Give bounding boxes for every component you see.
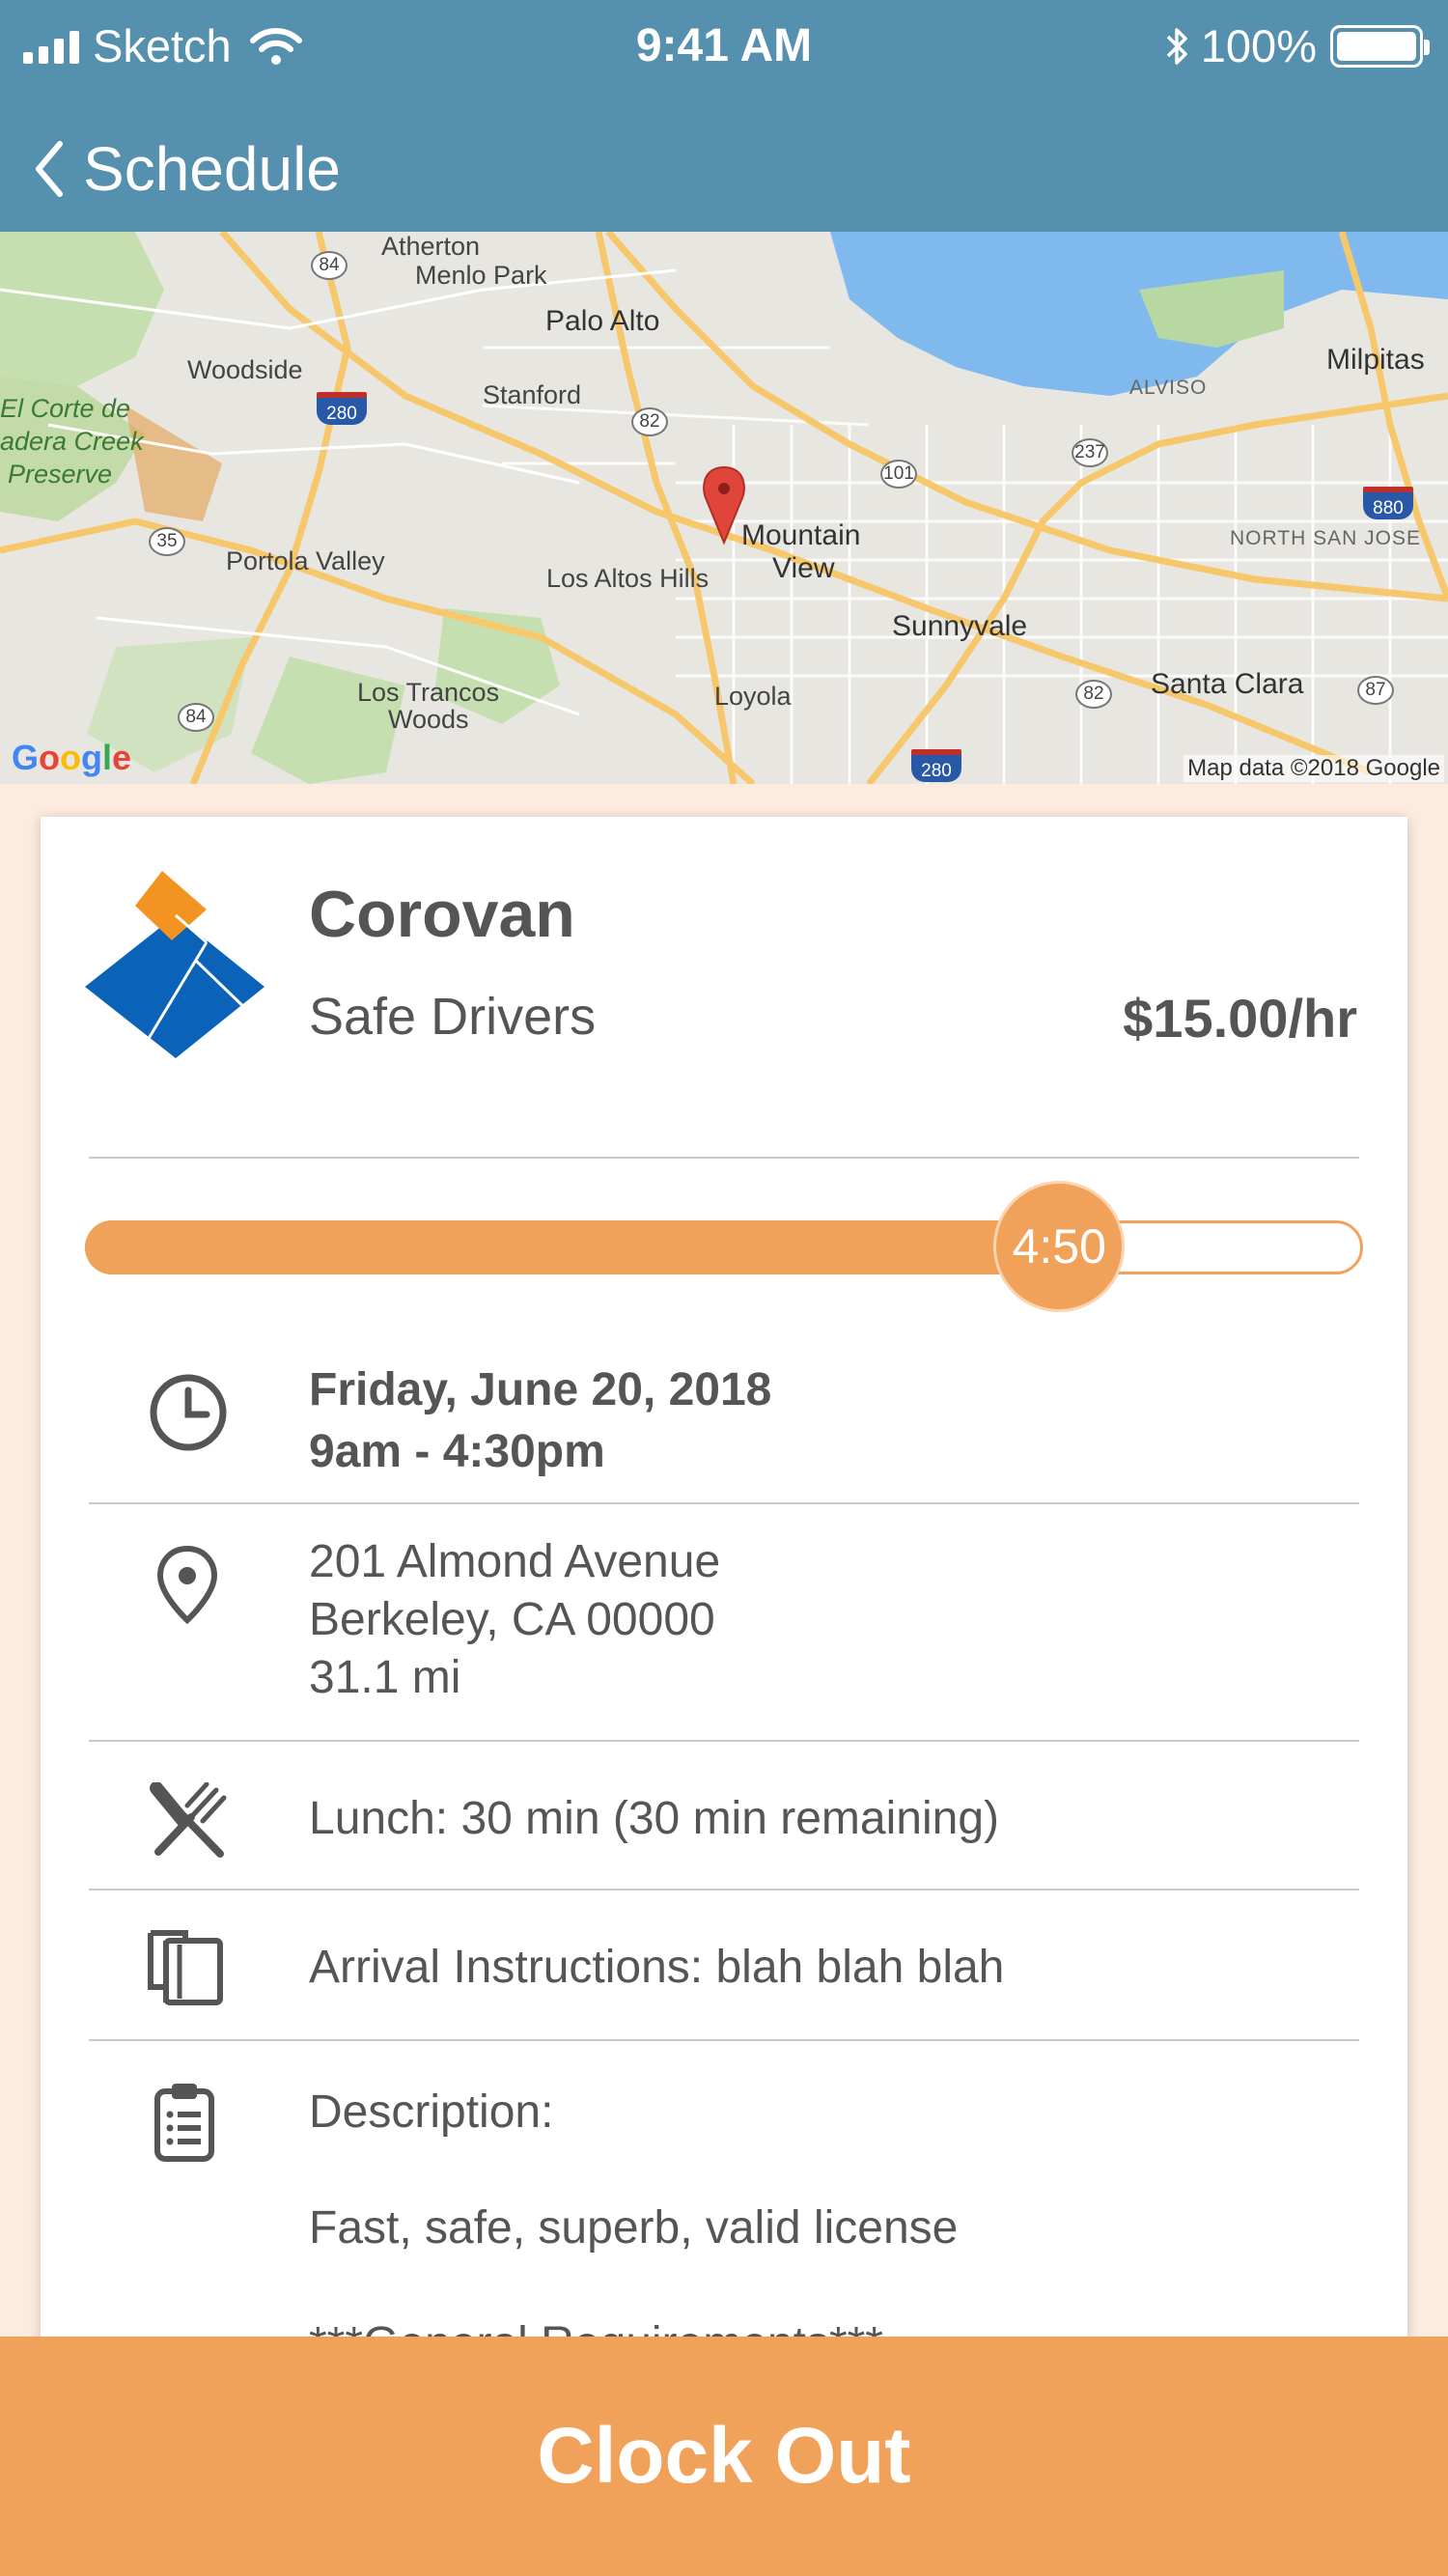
divider (89, 1740, 1359, 1742)
map-label: Portola Valley (226, 546, 385, 575)
arrival-instructions: Arrival Instructions: blah blah blah (309, 1942, 1005, 1993)
chevron-left-icon (36, 141, 63, 197)
map-label: El Corte de (0, 394, 131, 423)
map-label: Los Trancos (357, 678, 500, 707)
divider (89, 1157, 1359, 1159)
door-icon (148, 1930, 223, 2005)
route-shield: 35 (149, 527, 185, 556)
job-card: Corovan Safe Drivers $15.00/hr 4:50 Frid… (41, 817, 1407, 2576)
route-shield: 82 (631, 407, 668, 436)
description-text: Fast, safe, superb, valid license (309, 2202, 959, 2254)
company-name: Corovan (309, 878, 575, 951)
lunch-info: Lunch: 30 min (30 min remaining) (309, 1793, 1000, 1844)
clock-out-button[interactable]: Clock Out (0, 2337, 1448, 2576)
interstate-shield: 280 (911, 749, 961, 782)
map-label: Preserve (8, 460, 113, 489)
back-button[interactable]: Schedule (0, 133, 341, 205)
shift-progress-bar: 4:50 (85, 1181, 1363, 1312)
route-shield: 84 (311, 251, 348, 280)
clipboard-icon (154, 2084, 214, 2162)
battery-icon (1330, 24, 1430, 68)
progress-fill (85, 1220, 1057, 1274)
map-label: ALVISO (1129, 377, 1208, 399)
map-label: Menlo Park (415, 261, 547, 290)
top-bar: Sketch 9:41 AM 100% Schedule (0, 0, 1448, 232)
map-label: Loyola (714, 682, 792, 711)
divider (89, 1502, 1359, 1504)
battery-percent: 100% (1200, 20, 1317, 71)
status-bar: Sketch 9:41 AM 100% (0, 0, 1448, 89)
map-label: Palo Alto (545, 305, 660, 337)
shift-time: 9am - 4:30pm (309, 1426, 605, 1477)
map-label: Sunnyvale (892, 610, 1028, 642)
address-line1: 201 Almond Avenue (309, 1536, 721, 1587)
bluetooth-icon (1166, 27, 1187, 65)
description-label: Description: (309, 2086, 554, 2138)
interstate-shield: 280 (317, 392, 367, 425)
address-line2: Berkeley, CA 00000 (309, 1594, 715, 1645)
map-label: adera Creek (0, 427, 144, 456)
route-shield: 87 (1357, 676, 1394, 705)
map-label: Woodside (187, 355, 303, 384)
divider (89, 1889, 1359, 1890)
progress-knob: 4:50 (993, 1181, 1126, 1312)
job-title: Safe Drivers (309, 988, 597, 1046)
route-shield: 237 (1072, 438, 1108, 467)
back-label: Schedule (83, 134, 341, 204)
map-attribution[interactable]: Map data ©2018 Google (1183, 755, 1444, 782)
navigation-bar: Schedule (0, 126, 341, 212)
route-shield: 82 (1075, 680, 1112, 709)
company-logo (85, 871, 265, 1065)
google-logo: Google (12, 738, 132, 777)
map-label: Mountain (741, 519, 861, 551)
location-pin-icon (156, 1545, 218, 1625)
location-map[interactable]: Atherton Menlo Park Palo Alto Woodside S… (0, 232, 1448, 784)
clock-icon (150, 1374, 227, 1451)
pay-rate: $15.00/hr (1123, 988, 1357, 1049)
distance: 31.1 mi (309, 1652, 461, 1703)
map-label: View (772, 552, 835, 584)
fork-knife-icon (150, 1782, 227, 1858)
map-label: Los Altos Hills (546, 564, 710, 593)
map-label: Stanford (483, 380, 582, 409)
map-label: NORTH SAN JOSE (1230, 527, 1421, 549)
map-label: Milpitas (1326, 344, 1425, 376)
route-shield: 84 (178, 703, 214, 732)
map-label: Atherton (381, 232, 481, 261)
map-label: Woods (388, 705, 469, 734)
route-shield: 101 (880, 460, 917, 489)
shift-date: Friday, June 20, 2018 (309, 1364, 772, 1415)
interstate-shield: 880 (1363, 487, 1413, 519)
divider (89, 2039, 1359, 2041)
map-label: Santa Clara (1151, 668, 1304, 700)
